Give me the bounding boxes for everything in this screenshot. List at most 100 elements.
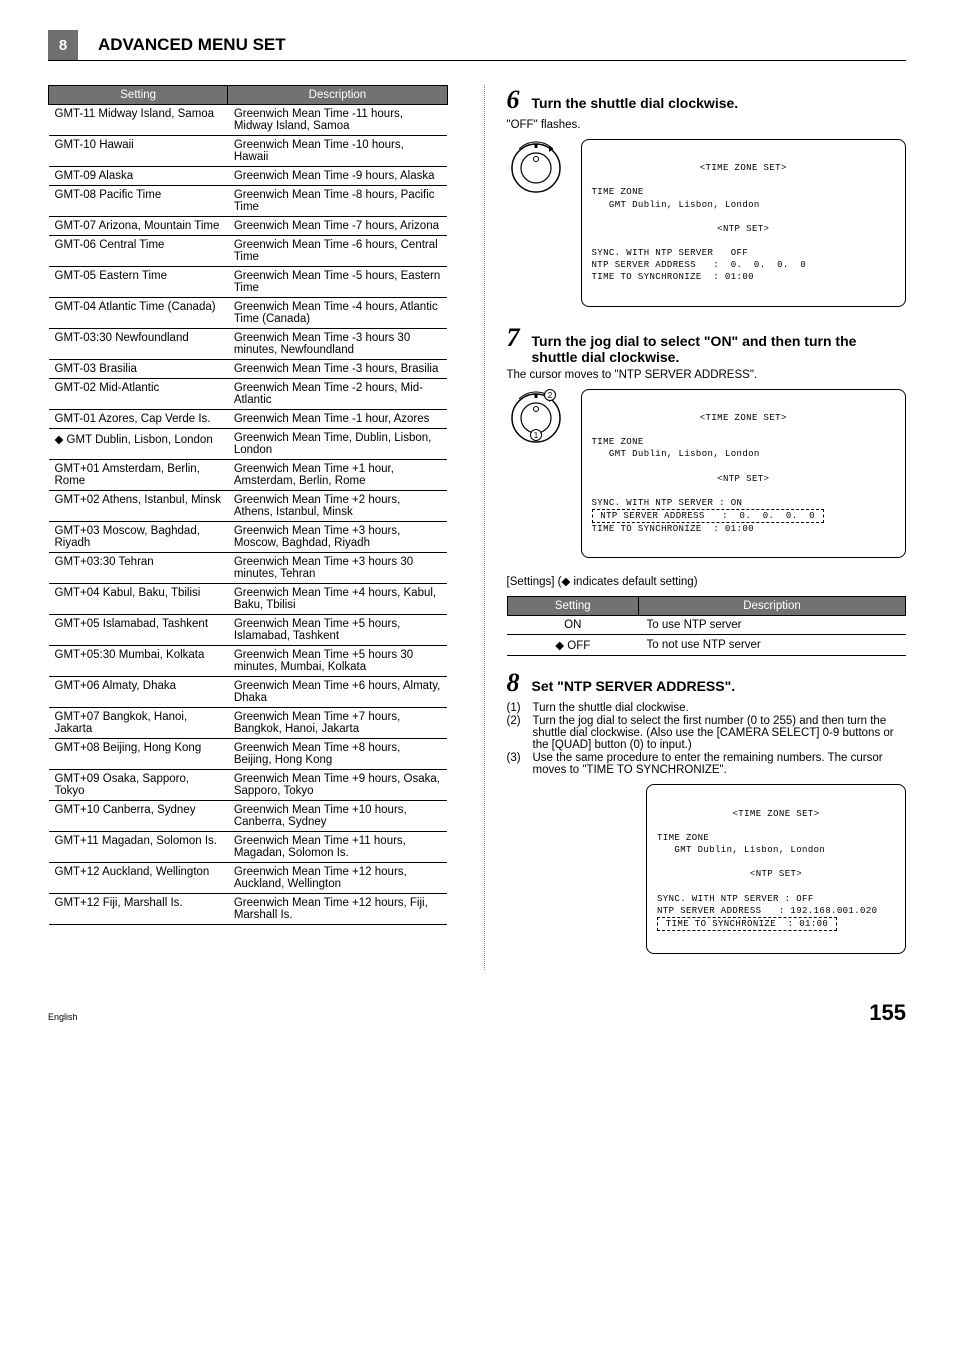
step-number: 7 bbox=[507, 323, 520, 353]
table-row: GMT+05:30 Mumbai, KolkataGreenwich Mean … bbox=[49, 646, 448, 677]
osd-line: TIME ZONE bbox=[592, 187, 644, 197]
cell-setting: GMT+05 Islamabad, Tashkent bbox=[49, 615, 228, 646]
cell-description: Greenwich Mean Time +2 hours, Athens, Is… bbox=[228, 491, 447, 522]
osd-cursor-line: NTP SERVER ADDRESS : 0. 0. 0. 0 bbox=[592, 509, 824, 523]
cell-setting: GMT+10 Canberra, Sydney bbox=[49, 801, 228, 832]
table-row: GMT+02 Athens, Istanbul, MinskGreenwich … bbox=[49, 491, 448, 522]
osd-title: <TIME ZONE SET> bbox=[592, 412, 896, 424]
osd-line: NTP SERVER ADDRESS : 192.168.001.020 bbox=[657, 906, 877, 916]
substep-text: Turn the jog dial to select the first nu… bbox=[533, 715, 907, 751]
table-row: GMT-06 Central TimeGreenwich Mean Time -… bbox=[49, 236, 448, 267]
osd-subtitle: <NTP SET> bbox=[657, 868, 895, 880]
cell-description: Greenwich Mean Time +4 hours, Kabul, Bak… bbox=[228, 584, 447, 615]
table-row: GMT+05 Islamabad, TashkentGreenwich Mean… bbox=[49, 615, 448, 646]
cell-description: Greenwich Mean Time +7 hours, Bangkok, H… bbox=[228, 708, 447, 739]
ntp-head-setting: Setting bbox=[507, 597, 639, 616]
step-number: 8 bbox=[507, 668, 520, 698]
tz-head-setting: Setting bbox=[49, 86, 228, 105]
cell-description: Greenwich Mean Time -5 hours, Eastern Ti… bbox=[228, 267, 447, 298]
cell-setting: GMT+07 Bangkok, Hanoi, Jakarta bbox=[49, 708, 228, 739]
table-row: GMT+06 Almaty, DhakaGreenwich Mean Time … bbox=[49, 677, 448, 708]
cell-description: Greenwich Mean Time +12 hours, Auckland,… bbox=[228, 863, 447, 894]
cell-description: Greenwich Mean Time -10 hours, Hawaii bbox=[228, 136, 447, 167]
cell-setting: GMT+01 Amsterdam, Berlin, Rome bbox=[49, 460, 228, 491]
step-number: 6 bbox=[507, 85, 520, 115]
cell-description: Greenwich Mean Time +9 hours, Osaka, Sap… bbox=[228, 770, 447, 801]
cell-setting: GMT-04 Atlantic Time (Canada) bbox=[49, 298, 228, 329]
table-row: GMT+08 Beijing, Hong KongGreenwich Mean … bbox=[49, 739, 448, 770]
cell-description: Greenwich Mean Time +5 hours 30 minutes,… bbox=[228, 646, 447, 677]
section-number: 8 bbox=[48, 30, 78, 60]
table-row: GMT+10 Canberra, SydneyGreenwich Mean Ti… bbox=[49, 801, 448, 832]
cell-setting: GMT-09 Alaska bbox=[49, 167, 228, 186]
cell-description: Greenwich Mean Time -1 hour, Azores bbox=[228, 410, 447, 429]
table-row: GMT-03 BrasiliaGreenwich Mean Time -3 ho… bbox=[49, 360, 448, 379]
left-column: Setting Description GMT-11 Midway Island… bbox=[48, 85, 448, 970]
osd-line: SYNC. WITH NTP SERVER : OFF bbox=[657, 894, 814, 904]
table-row: GMT+11 Magadan, Solomon Is.Greenwich Mea… bbox=[49, 832, 448, 863]
cell-description: Greenwich Mean Time +6 hours, Almaty, Dh… bbox=[228, 677, 447, 708]
cell-setting: GMT+06 Almaty, Dhaka bbox=[49, 677, 228, 708]
cell-setting: GMT-01 Azores, Cap Verde Is. bbox=[49, 410, 228, 429]
table-row: GMT+12 Fiji, Marshall Is.Greenwich Mean … bbox=[49, 894, 448, 925]
table-row: GMT-01 Azores, Cap Verde Is.Greenwich Me… bbox=[49, 410, 448, 429]
cell-setting: GMT-10 Hawaii bbox=[49, 136, 228, 167]
osd-line: GMT Dublin, Lisbon, London bbox=[592, 200, 760, 210]
cell-setting: ON bbox=[507, 616, 639, 635]
osd-line: SYNC. WITH NTP SERVER : ON bbox=[592, 498, 743, 508]
cell-description: Greenwich Mean Time -8 hours, Pacific Ti… bbox=[228, 186, 447, 217]
step7-header: 7 Turn the jog dial to select "ON" and t… bbox=[507, 323, 907, 365]
substep-num: (3) bbox=[507, 752, 533, 776]
osd-line: GMT Dublin, Lisbon, London bbox=[657, 845, 825, 855]
substep: (2)Turn the jog dial to select the first… bbox=[507, 715, 907, 751]
page-number: 155 bbox=[869, 1000, 906, 1026]
cell-setting: ◆ OFF bbox=[507, 635, 639, 656]
substep-text: Use the same procedure to enter the rema… bbox=[533, 752, 907, 776]
step6-header: 6 Turn the shuttle dial clockwise. bbox=[507, 85, 907, 115]
right-column: 6 Turn the shuttle dial clockwise. "OFF"… bbox=[484, 85, 907, 970]
substep-text: Turn the shuttle dial clockwise. bbox=[533, 702, 689, 714]
shuttle-dial-icon bbox=[507, 139, 565, 197]
cell-description: Greenwich Mean Time +11 hours, Magadan, … bbox=[228, 832, 447, 863]
cell-setting: GMT-02 Mid-Atlantic bbox=[49, 379, 228, 410]
cell-setting: GMT+05:30 Mumbai, Kolkata bbox=[49, 646, 228, 677]
cell-description: Greenwich Mean Time -4 hours, Atlantic T… bbox=[228, 298, 447, 329]
substep-num: (2) bbox=[507, 715, 533, 751]
step7-subtext: The cursor moves to "NTP SERVER ADDRESS"… bbox=[507, 369, 907, 381]
step-title: Turn the jog dial to select "ON" and the… bbox=[532, 333, 907, 365]
step8-substeps: (1)Turn the shuttle dial clockwise. (2)T… bbox=[507, 702, 907, 776]
osd-line: TIME TO SYNCHRONIZE : 01:00 bbox=[592, 272, 754, 282]
table-row: GMT+04 Kabul, Baku, TbilisiGreenwich Mea… bbox=[49, 584, 448, 615]
section-header: 8 ADVANCED MENU SET bbox=[48, 30, 906, 61]
settings-label: [Settings] (◆ indicates default setting) bbox=[507, 574, 907, 588]
section-title: ADVANCED MENU SET bbox=[98, 35, 286, 55]
table-row: ON To use NTP server bbox=[507, 616, 906, 635]
osd-screen-step7: <TIME ZONE SET> TIME ZONE GMT Dublin, Li… bbox=[581, 389, 907, 559]
cell-setting: GMT+02 Athens, Istanbul, Minsk bbox=[49, 491, 228, 522]
ntp-head-description: Description bbox=[639, 597, 906, 616]
svg-text:2: 2 bbox=[547, 391, 552, 400]
osd-cursor-line: TIME TO SYNCHRONIZE : 01:00 bbox=[657, 917, 837, 931]
osd-screen-step8: <TIME ZONE SET> TIME ZONE GMT Dublin, Li… bbox=[646, 784, 906, 954]
table-row: GMT+09 Osaka, Sapporo, TokyoGreenwich Me… bbox=[49, 770, 448, 801]
cell-description: Greenwich Mean Time +8 hours, Beijing, H… bbox=[228, 739, 447, 770]
table-row: ◆ GMT Dublin, Lisbon, LondonGreenwich Me… bbox=[49, 429, 448, 460]
cell-description: Greenwich Mean Time, Dublin, Lisbon, Lon… bbox=[228, 429, 447, 460]
cell-setting: GMT+03:30 Tehran bbox=[49, 553, 228, 584]
cell-setting: GMT+12 Auckland, Wellington bbox=[49, 863, 228, 894]
table-row: GMT-05 Eastern TimeGreenwich Mean Time -… bbox=[49, 267, 448, 298]
substep-num: (1) bbox=[507, 702, 533, 714]
osd-subtitle: <NTP SET> bbox=[592, 473, 896, 485]
table-row: GMT-08 Pacific TimeGreenwich Mean Time -… bbox=[49, 186, 448, 217]
cell-description: Greenwich Mean Time +10 hours, Canberra,… bbox=[228, 801, 447, 832]
table-row: GMT-04 Atlantic Time (Canada)Greenwich M… bbox=[49, 298, 448, 329]
osd-line: TIME TO SYNCHRONIZE : 01:00 bbox=[592, 524, 754, 534]
osd-title: <TIME ZONE SET> bbox=[657, 808, 895, 820]
cell-setting: GMT+08 Beijing, Hong Kong bbox=[49, 739, 228, 770]
cell-desc: To not use NTP server bbox=[639, 635, 906, 656]
cell-description: Greenwich Mean Time -11 hours, Midway Is… bbox=[228, 105, 447, 136]
cell-setting: GMT+04 Kabul, Baku, Tbilisi bbox=[49, 584, 228, 615]
tz-head-description: Description bbox=[228, 86, 447, 105]
cell-setting: GMT+09 Osaka, Sapporo, Tokyo bbox=[49, 770, 228, 801]
table-row: GMT+01 Amsterdam, Berlin, RomeGreenwich … bbox=[49, 460, 448, 491]
